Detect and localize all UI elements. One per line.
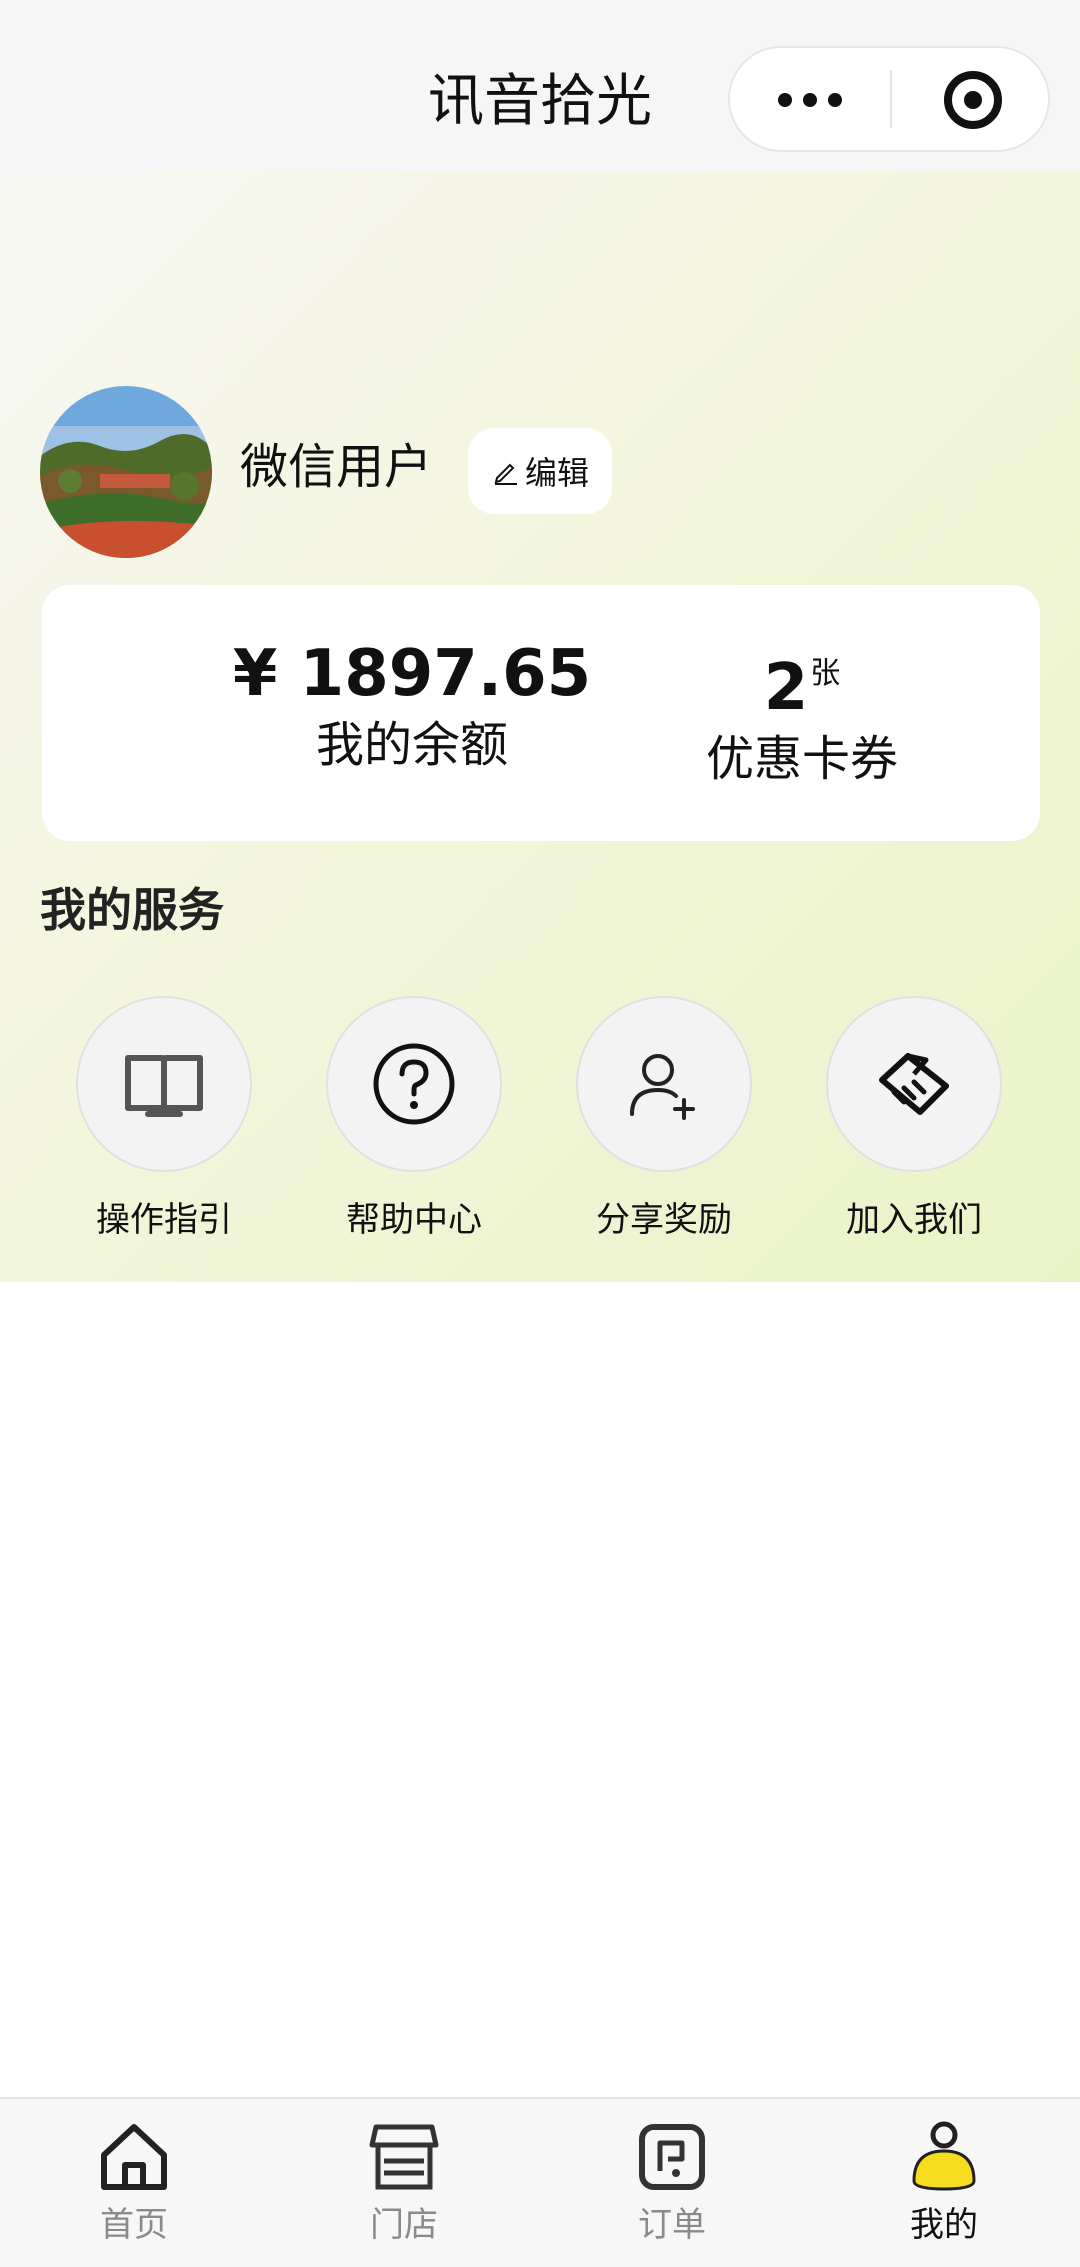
service-share-circle [576,996,752,1172]
navigation-bar: 讯音拾光 [0,0,1080,172]
tab-store[interactable]: 门店 [314,2117,494,2249]
service-guide-circle [76,996,252,1172]
mini-program-capsule [728,46,1050,152]
order-icon [639,2124,705,2190]
question-circle-icon [373,1043,455,1125]
tab-profile[interactable]: 我的 [854,2117,1034,2249]
tab-orders-label: 订单 [638,2205,706,2245]
service-share-label: 分享奖励 [596,1200,732,1240]
tab-home[interactable]: 首页 [44,2117,224,2249]
service-share[interactable]: 分享奖励 [564,996,764,1244]
coupon-stat[interactable]: 2张 优惠卡券 [642,635,962,791]
coupon-count: 2 [763,651,809,725]
handshake-icon [879,1053,949,1115]
balance-caption: 我的余额 [315,717,508,773]
tab-orders[interactable]: 订单 [582,2117,762,2249]
profile-icon [912,2121,976,2191]
home-icon [101,2124,167,2190]
tab-store-label: 门店 [370,2205,438,2245]
coupon-unit: 张 [810,656,841,691]
pencil-icon [494,463,517,485]
service-help-label: 帮助中心 [346,1200,482,1240]
service-guide-label: 操作指引 [96,1200,232,1240]
services-section-title: 我的服务 [40,883,224,937]
tab-home-label: 首页 [100,2205,168,2245]
profile-page: 讯音拾光 微信用户 编辑 ¥ 1897.65 我的余额 2张 优惠卡券 我的服务… [0,0,1080,2267]
services-grid: 操作指引 帮助中心 分享奖励 加入我们 [0,996,1080,1246]
add-user-icon [630,1054,695,1120]
balance-stat[interactable]: ¥ 1897.65 我的余额 [212,635,612,777]
edit-profile-button[interactable]: 编辑 [468,428,612,514]
service-guide[interactable]: 操作指引 [64,996,264,1244]
service-join-circle [826,996,1002,1172]
avatar[interactable] [40,386,212,558]
target-circle-icon[interactable] [944,71,1002,129]
open-book-icon [125,1055,203,1117]
balance-value: ¥ 1897.65 [232,637,592,711]
username: 微信用户 [240,439,433,495]
service-help[interactable]: 帮助中心 [314,996,514,1244]
tab-profile-label: 我的 [910,2205,978,2245]
service-help-circle [326,996,502,1172]
service-join-label: 加入我们 [846,1200,982,1240]
coupon-value: 2张 [642,635,962,727]
wallet-card: ¥ 1897.65 我的余额 2张 优惠卡券 [42,585,1040,841]
coupon-caption: 优惠卡券 [705,731,898,787]
edit-button-label: 编辑 [524,454,589,492]
capsule-divider [890,70,892,128]
more-dots-icon[interactable] [730,48,890,150]
bottom-tab-bar: 首页 门店 订单 我的 [0,2097,1080,2267]
store-icon [369,2124,439,2190]
service-join[interactable]: 加入我们 [814,996,1014,1244]
